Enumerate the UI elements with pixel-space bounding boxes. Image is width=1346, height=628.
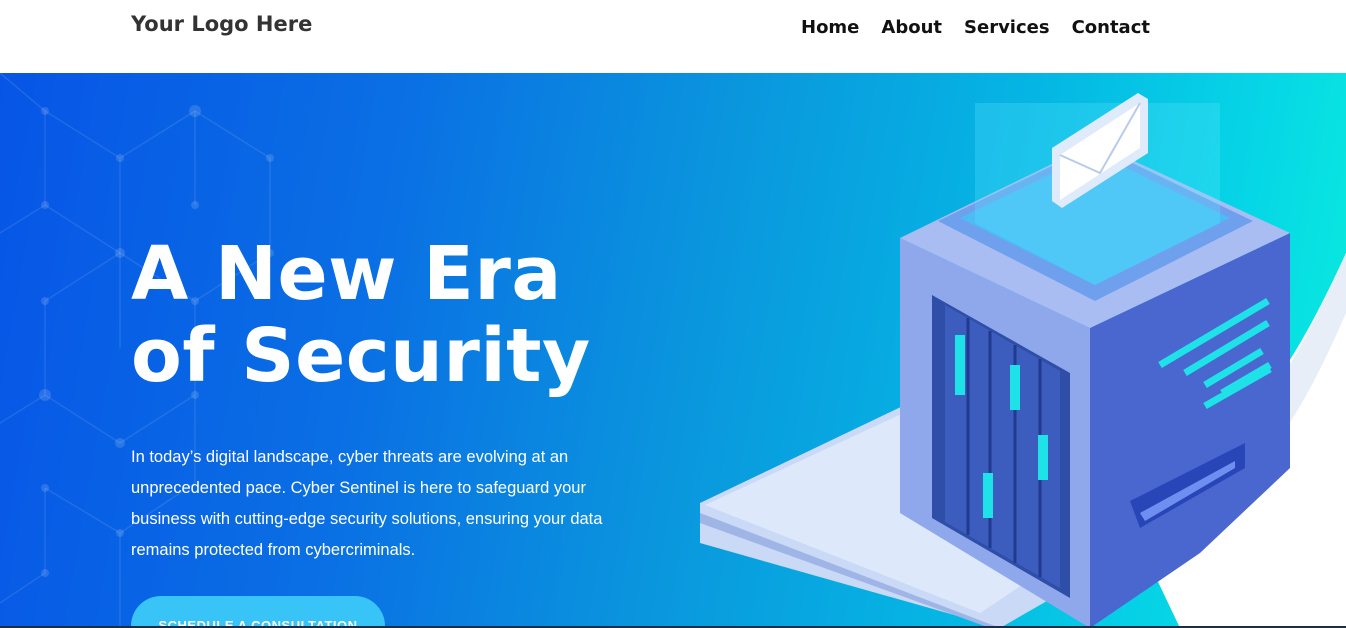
main-nav: Home About Services Contact [801, 17, 1172, 38]
nav-services-link[interactable]: Services [964, 17, 1050, 38]
hero-title-line-1: A New Era [131, 231, 562, 317]
nav-about-link[interactable]: About [881, 17, 942, 38]
nav-contact-link[interactable]: Contact [1072, 17, 1150, 38]
hero-description: In today’s digital landscape, cyber thre… [131, 448, 603, 559]
site-header: Your Logo Here Home About Services Conta… [0, 0, 1346, 73]
schedule-consultation-button[interactable]: SCHEDULE A CONSULTATION [131, 596, 385, 628]
nav-home-link[interactable]: Home [801, 17, 859, 38]
hero-section: A New Era of Security In today’s digital… [0, 73, 1346, 628]
hero-title-line-2: of Security [131, 313, 591, 399]
site-logo[interactable]: Your Logo Here [131, 12, 312, 36]
hero-title: A New Era of Security [131, 233, 591, 397]
